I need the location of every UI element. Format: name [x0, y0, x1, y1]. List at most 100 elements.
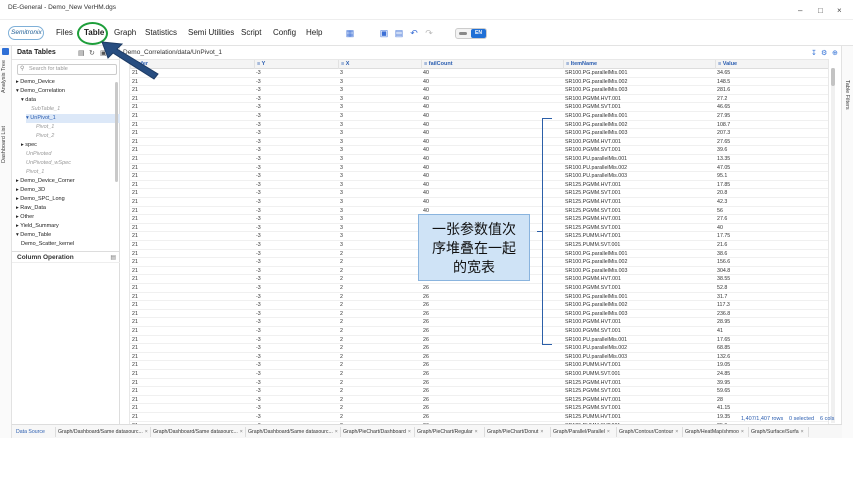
table-row[interactable]: 21 -3 3 40 SR100.PG.parallelMis.003 281.6 — [130, 86, 828, 95]
table-row[interactable]: 21 -3 3 40 SR100.PG.parallelMis.003 207.3 — [130, 129, 828, 138]
close-button[interactable]: × — [837, 6, 842, 15]
menu-statistics[interactable]: Statistics — [145, 28, 177, 37]
table-row[interactable]: 21 -3 2 26 SR125.PGMM.SVT.001 41.15 — [130, 404, 828, 413]
tab-analysis-tree[interactable]: Analysis Tree — [1, 60, 7, 93]
tree-item[interactable]: UnPivoted_wSpec — [26, 159, 71, 168]
menu-help[interactable]: Help — [306, 28, 322, 37]
table-row[interactable]: 21 -3 2 26 SR125.PGMM.SVT.001 59.65 — [130, 387, 828, 396]
minimize-button[interactable]: – — [798, 6, 802, 15]
language-toggle[interactable]: EN — [455, 28, 487, 39]
table-row[interactable]: 21 -3 3 40 SR100.PG.parallelMis.001 27.95 — [130, 112, 828, 121]
close-tab-icon[interactable]: × — [145, 429, 148, 435]
bottom-tab[interactable]: Graph/Contour/Contour × — [617, 427, 683, 437]
tab-table-filters[interactable]: Table Filters — [844, 80, 850, 110]
bottom-tab[interactable]: Graph/Parallel/Parallel × — [551, 427, 617, 437]
tree-scrollbar[interactable] — [115, 82, 118, 182]
table-row[interactable]: 21 -3 2 26 SR125.PGMM.HVT.001 28 — [130, 396, 828, 405]
save-as-icon[interactable]: ▤ — [394, 28, 404, 38]
settings-icon[interactable]: ⚙ — [821, 49, 827, 57]
table-row[interactable]: 21 -3 3 40 SR100.PGMM.SVT.001 46.65 — [130, 103, 828, 112]
tree-item[interactable]: Demo_Scatter_kernel — [21, 240, 74, 249]
close-tab-icon[interactable]: × — [475, 429, 478, 435]
redo-icon[interactable]: ↷ — [424, 28, 434, 38]
tree-item[interactable]: ▸ Demo_SPC_Long — [16, 195, 65, 204]
column-header[interactable]: ≡ X — [338, 60, 421, 69]
bottom-tab[interactable]: Graph/Dashboard/Same datasourc... × — [56, 427, 151, 437]
close-tab-icon[interactable]: × — [408, 429, 411, 435]
tree-item[interactable]: ▸ Demo_3D — [16, 186, 45, 195]
column-operation-icon[interactable]: ▤ — [110, 254, 116, 261]
close-tab-icon[interactable]: × — [335, 429, 338, 435]
tree-item[interactable]: ▾ Demo_Table — [16, 231, 51, 240]
table-row[interactable]: 21 -3 3 40 SR100.PG.parallelMis.002 148.5 — [130, 78, 828, 87]
tree-item[interactable]: ▸ Raw_Data — [16, 204, 46, 213]
close-tab-icon[interactable]: × — [240, 429, 243, 435]
save-icon[interactable]: ▣ — [379, 28, 389, 38]
tree-item[interactable]: Pivot_2 — [36, 132, 54, 141]
table-row[interactable]: 21 -3 2 26 SR100.PU.parallelMis.002 68.85 — [130, 344, 828, 353]
maximize-button[interactable]: □ — [818, 6, 823, 15]
column-header[interactable]: ≡ ItemName — [563, 60, 715, 69]
menu-config[interactable]: Config — [273, 28, 296, 37]
bottom-tab[interactable]: Graph/PieChart/Donut × — [485, 427, 551, 437]
table-row[interactable]: 21 -3 3 40 SR100.PGMM.HVT.001 27.2 — [130, 95, 828, 104]
table-row[interactable]: 21 -3 3 40 SR100.PU.parallelMis.002 47.05 — [130, 164, 828, 173]
menu-semi-utilities[interactable]: Semi Utilities — [188, 28, 234, 37]
column-operation-header[interactable]: Column Operation ▤ — [12, 251, 120, 263]
table-row[interactable]: 21 -3 2 26 SR100.PGMM.SVT.001 41 — [130, 327, 828, 336]
menu-script[interactable]: Script — [241, 28, 261, 37]
table-row[interactable]: 21 -3 2 26 SR100.PG.parallelMis.001 31.7 — [130, 293, 828, 302]
bottom-tab[interactable]: Graph/Dashboard/Same datasourc... × — [246, 427, 341, 437]
tree-item[interactable]: Pivot_1 — [36, 123, 54, 132]
table-row[interactable]: 21 -3 2 26 SR100.PGMM.SVT.001 52.8 — [130, 284, 828, 293]
menu-files[interactable]: Files — [56, 28, 73, 37]
dashboard-icon[interactable]: ▦ — [345, 28, 355, 38]
add-icon[interactable]: ⊕ — [832, 49, 838, 57]
close-tab-icon[interactable]: × — [801, 429, 804, 435]
table-row[interactable]: 21 -3 3 40 SR125.PGMM.HVT.001 17.85 — [130, 181, 828, 190]
table-row[interactable]: 21 -3 3 40 SR100.PG.parallelMis.001 34.65 — [130, 69, 828, 78]
table-row[interactable]: 21 -3 3 40 SR100.PU.parallelMis.001 13.35 — [130, 155, 828, 164]
menu-graph[interactable]: Graph — [114, 28, 136, 37]
bottom-tab[interactable]: Graph/HeatMap/shmoo × — [683, 427, 749, 437]
table-row[interactable]: 21 -3 2 26 SR100.PGMM.HVT.001 28.95 — [130, 318, 828, 327]
tree-item[interactable]: SubTable_1 — [31, 105, 60, 114]
grid-scrollbar-thumb[interactable] — [831, 68, 835, 86]
table-row[interactable]: 21 -3 3 40 SR100.PG.parallelMis.002 108.7 — [130, 121, 828, 130]
data-tables-icon[interactable] — [2, 48, 9, 55]
column-header[interactable]: ≡ failCount — [421, 60, 563, 69]
tree-item[interactable]: ▸ Other — [16, 213, 34, 222]
close-tab-icon[interactable]: × — [741, 429, 744, 435]
tree-item[interactable]: Pivot_1 — [26, 168, 44, 177]
table-row[interactable]: 21 -3 2 26 SR125.PGMM.HVT.001 39.95 — [130, 379, 828, 388]
tree-item[interactable]: UnPivoted — [26, 150, 51, 159]
tree-item[interactable]: ▾ UnPivot_1 — [26, 114, 120, 123]
tree-item[interactable]: ▸ Yield_Summary — [16, 222, 59, 231]
table-row[interactable]: 21 -3 2 26 SR100.PG.parallelMis.002 117.3 — [130, 301, 828, 310]
table-row[interactable]: 21 -3 3 40 SR125.PGMM.HVT.001 42.3 — [130, 198, 828, 207]
table-row[interactable]: 21 -3 2 26 SR100.PU.parallelMis.001 17.65 — [130, 336, 828, 345]
bottom-tab[interactable]: Graph/Surface/Surfa × — [749, 427, 809, 437]
table-row[interactable]: 21 -3 2 26 SR125.PUMM.HVT.001 19.35 — [130, 413, 828, 422]
tree-item[interactable]: ▸ Demo_Device_Corner — [16, 177, 75, 186]
table-row[interactable]: 21 -3 3 40 SR100.PGMM.SVT.001 39.6 — [130, 146, 828, 155]
table-row[interactable]: 21 -3 2 26 SR100.PUMM.HVT.001 19.05 — [130, 361, 828, 370]
table-row[interactable]: 21 -3 2 26 SR100.PG.parallelMis.003 236.8 — [130, 310, 828, 319]
close-tab-icon[interactable]: × — [675, 429, 678, 435]
tree-item[interactable]: ▸ spec — [21, 141, 37, 150]
bottom-tab[interactable]: Graph/PieChart/Regular × — [415, 427, 485, 437]
table-row[interactable]: 21 -3 2 26 SR100.PU.parallelMis.003 132.6 — [130, 353, 828, 362]
bottom-tab[interactable]: Graph/PieChart/Dashboard × — [341, 427, 415, 437]
close-tab-icon[interactable]: × — [607, 429, 610, 435]
download-icon[interactable]: ↧ — [811, 49, 817, 57]
close-tab-icon[interactable]: × — [540, 429, 543, 435]
tree-item[interactable]: ▾ Demo_Correlation — [16, 87, 65, 96]
column-header[interactable]: ≡ Value — [715, 60, 828, 69]
tree-item[interactable]: ▸ Demo_Device — [16, 78, 55, 87]
tab-dashboard-list[interactable]: Dashboard List — [1, 126, 7, 163]
bottom-tab[interactable]: Data Source — [14, 427, 56, 437]
database-icon[interactable]: ▤ — [78, 49, 85, 57]
table-row[interactable]: 21 -3 2 26 SR100.PUMM.SVT.001 24.85 — [130, 370, 828, 379]
refresh-icon[interactable]: ↻ — [89, 49, 95, 57]
bottom-tab[interactable]: Graph/Dashboard/Same datasourc... × — [151, 427, 246, 437]
